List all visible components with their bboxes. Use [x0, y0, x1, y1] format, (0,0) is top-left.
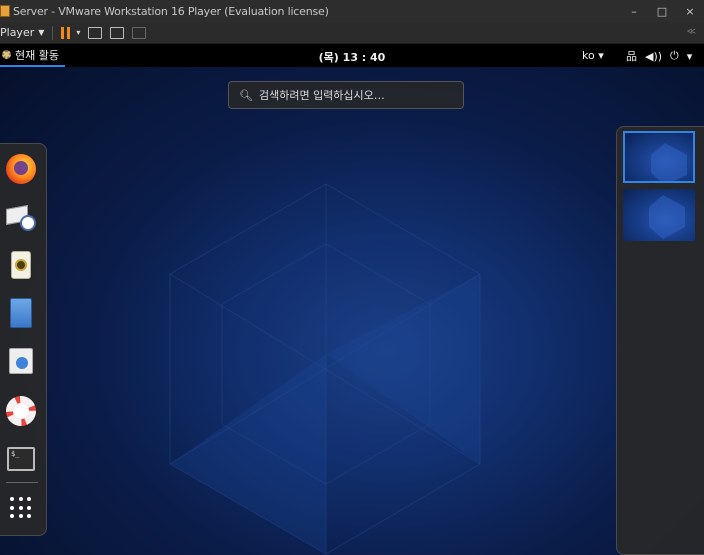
language-selector[interactable]: ko ▾ — [582, 49, 604, 62]
search-input[interactable]: 🔍︎ 검색하려면 입력하십시오… — [228, 81, 464, 109]
software-launcher[interactable] — [4, 344, 38, 378]
volume-icon: ◀)) — [645, 49, 663, 63]
speaker-icon — [11, 251, 31, 279]
vmware-toolbar: Player ▼ ▾ ≪ — [0, 22, 704, 44]
maximize-button[interactable]: □ — [648, 0, 676, 22]
evolution-launcher[interactable] — [4, 200, 38, 234]
workspace-thumbnail-2[interactable] — [623, 189, 695, 241]
send-ctrl-alt-del-icon[interactable] — [88, 26, 103, 39]
app-grid-icon — [10, 497, 32, 519]
minimize-button[interactable]: – — [620, 0, 648, 22]
show-applications-button[interactable] — [4, 491, 38, 525]
workspace-switcher — [616, 126, 704, 555]
window-title: Server - VMware Workstation 16 Player (E… — [13, 4, 329, 18]
lifebuoy-icon — [6, 396, 36, 426]
vmware-app-icon — [0, 5, 10, 17]
mail-clock-icon — [6, 203, 36, 231]
chevron-down-icon: ▼ — [38, 28, 45, 37]
help-launcher[interactable] — [4, 394, 38, 428]
terminal-prompt: $_ — [11, 450, 20, 458]
terminal-icon: $_ — [7, 447, 35, 471]
files-launcher[interactable] — [4, 296, 38, 330]
collapse-toolbar-icon[interactable]: ≪ — [687, 27, 696, 37]
pause-icon[interactable] — [61, 26, 71, 39]
player-menu-button[interactable]: Player ▼ — [0, 26, 44, 39]
terminal-launcher[interactable]: $_ — [4, 442, 38, 476]
firefox-icon — [6, 154, 36, 184]
search-placeholder: 검색하려면 입력하십시오… — [258, 89, 385, 102]
close-button[interactable]: × — [676, 0, 704, 22]
wallpaper — [169, 183, 481, 555]
chevron-down-icon: ▾ — [686, 49, 693, 63]
workspace-thumbnail-1[interactable] — [623, 131, 695, 183]
unity-icon[interactable] — [132, 26, 147, 39]
power-icon: ⏻ — [670, 49, 679, 62]
firefox-launcher[interactable] — [4, 152, 38, 186]
fullscreen-icon[interactable] — [110, 26, 125, 39]
store-bag-icon — [9, 348, 33, 374]
gnome-top-bar: 현재 활동 (목) 13 : 40 ko ▾ 品 ◀)) ⏻ ▾ — [0, 44, 704, 67]
network-icon: 品 — [626, 50, 637, 63]
system-menu[interactable]: 品 ◀)) ⏻ ▾ — [626, 48, 692, 64]
player-menu-label: Player — [0, 26, 35, 39]
toolbar-divider — [52, 25, 54, 40]
rhythmbox-launcher[interactable] — [4, 248, 38, 282]
pause-menu-chevron-icon[interactable]: ▾ — [76, 28, 80, 37]
file-cabinet-icon — [10, 298, 32, 328]
dash-divider — [6, 482, 38, 483]
guest-screen[interactable]: 현재 활동 (목) 13 : 40 ko ▾ 品 ◀)) ⏻ ▾ 🔍︎ 검색하려… — [0, 44, 704, 555]
search-icon: 🔍︎ — [239, 88, 253, 102]
dash: $_ — [0, 143, 47, 536]
vmware-titlebar: Server - VMware Workstation 16 Player (E… — [0, 0, 704, 22]
